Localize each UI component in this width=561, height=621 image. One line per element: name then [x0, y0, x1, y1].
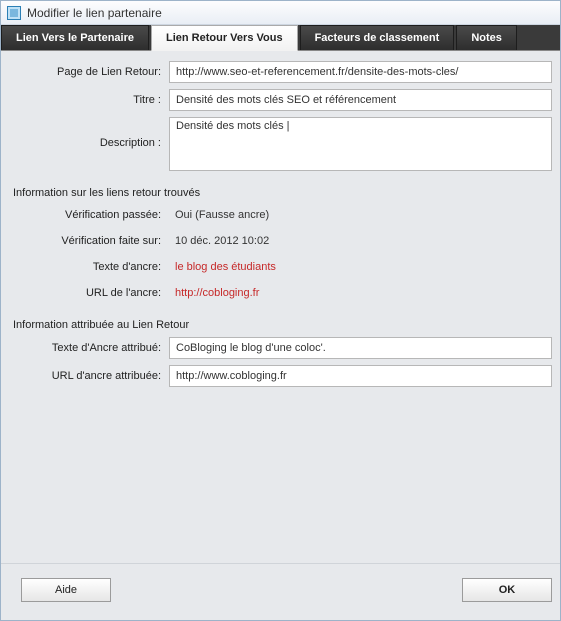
footer: Aide OK: [1, 563, 560, 620]
heading-assigned-info: Information attribuée au Lien Retour: [9, 309, 552, 337]
label-backlink-page: Page de Lien Retour:: [9, 66, 169, 78]
label-verify-passed: Vérification passée:: [9, 209, 169, 221]
value-anchor-url: http://cobloging.fr: [169, 283, 552, 303]
value-verify-passed: Oui (Fausse ancre): [169, 205, 552, 225]
input-assigned-anchor-url[interactable]: [169, 365, 552, 387]
window-title: Modifier le lien partenaire: [27, 6, 162, 20]
titlebar: Modifier le lien partenaire: [1, 1, 560, 25]
dialog-window: Modifier le lien partenaire Lien Vers le…: [0, 0, 561, 621]
ok-button[interactable]: OK: [462, 578, 552, 602]
label-assigned-anchor-url: URL d'ancre attribuée:: [9, 370, 169, 382]
tab-backlink-to-you[interactable]: Lien Retour Vers Vous: [151, 25, 298, 51]
value-anchor-text: le blog des étudiants: [169, 257, 552, 277]
label-verify-on: Vérification faite sur:: [9, 235, 169, 247]
content-pane: Page de Lien Retour: Titre : Description…: [1, 51, 560, 563]
input-assigned-anchor-text[interactable]: [169, 337, 552, 359]
input-backlink-page[interactable]: [169, 61, 552, 83]
value-verify-on: 10 déc. 2012 10:02: [169, 231, 552, 251]
app-icon: [7, 6, 21, 20]
label-anchor-text: Texte d'ancre:: [9, 261, 169, 273]
label-description: Description :: [9, 117, 169, 149]
label-title: Titre :: [9, 94, 169, 106]
input-description[interactable]: Densité des mots clés |: [169, 117, 552, 171]
tab-notes[interactable]: Notes: [456, 25, 517, 50]
tab-partner-link[interactable]: Lien Vers le Partenaire: [1, 25, 149, 50]
input-title[interactable]: [169, 89, 552, 111]
label-anchor-url: URL de l'ancre:: [9, 287, 169, 299]
tab-ranking-factors[interactable]: Facteurs de classement: [300, 25, 455, 50]
help-button[interactable]: Aide: [21, 578, 111, 602]
tabs: Lien Vers le Partenaire Lien Retour Vers…: [1, 25, 560, 51]
label-assigned-anchor-text: Texte d'Ancre attribué:: [9, 342, 169, 354]
heading-found-info: Information sur les liens retour trouvés: [9, 177, 552, 205]
